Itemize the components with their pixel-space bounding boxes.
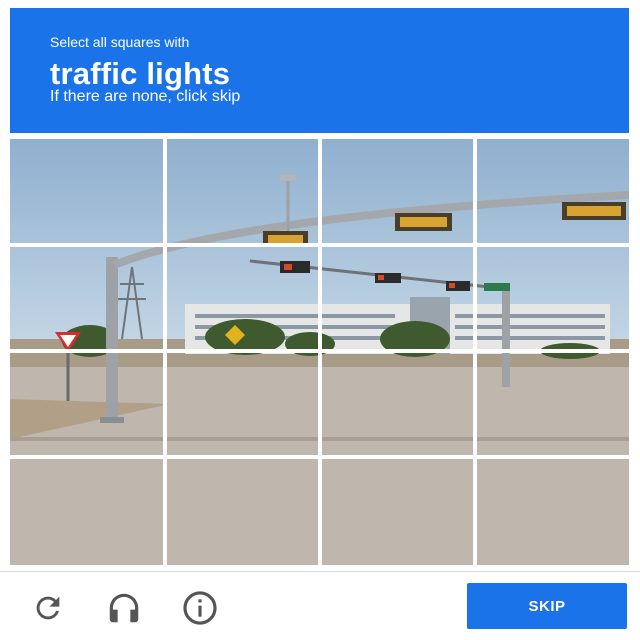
grid-tile-r1-c4[interactable] <box>477 139 629 243</box>
grid-tile-r4-c4[interactable] <box>477 459 629 565</box>
image-grid <box>10 139 629 565</box>
grid-tile-r1-c2[interactable] <box>167 139 318 243</box>
grid-tile-r4-c2[interactable] <box>167 459 318 565</box>
challenge-prompt: Select all squares with <box>50 34 190 50</box>
grid-tile-r2-c1[interactable] <box>10 247 163 349</box>
grid-tile-r1-c3[interactable] <box>322 139 473 243</box>
reload-icon[interactable] <box>28 588 68 628</box>
challenge-hint: If there are none, click skip <box>50 88 241 105</box>
grid-tile-r3-c4[interactable] <box>477 353 629 455</box>
grid-tile-r3-c1[interactable] <box>10 353 163 455</box>
challenge-header: Select all squares with traffic lights I… <box>10 8 629 133</box>
grid-tile-r2-c2[interactable] <box>167 247 318 349</box>
headphones-icon[interactable] <box>104 588 144 628</box>
grid-tile-r1-c1[interactable] <box>10 139 163 243</box>
grid-tile-r4-c3[interactable] <box>322 459 473 565</box>
info-icon[interactable] <box>180 588 220 628</box>
grid-tile-r3-c2[interactable] <box>167 353 318 455</box>
grid-tile-r2-c3[interactable] <box>322 247 473 349</box>
grid-tile-r2-c4[interactable] <box>477 247 629 349</box>
challenge-target: traffic lights <box>50 56 231 91</box>
skip-button[interactable]: SKIP <box>467 583 627 629</box>
grid-tile-r3-c3[interactable] <box>322 353 473 455</box>
grid-tile-r4-c1[interactable] <box>10 459 163 565</box>
